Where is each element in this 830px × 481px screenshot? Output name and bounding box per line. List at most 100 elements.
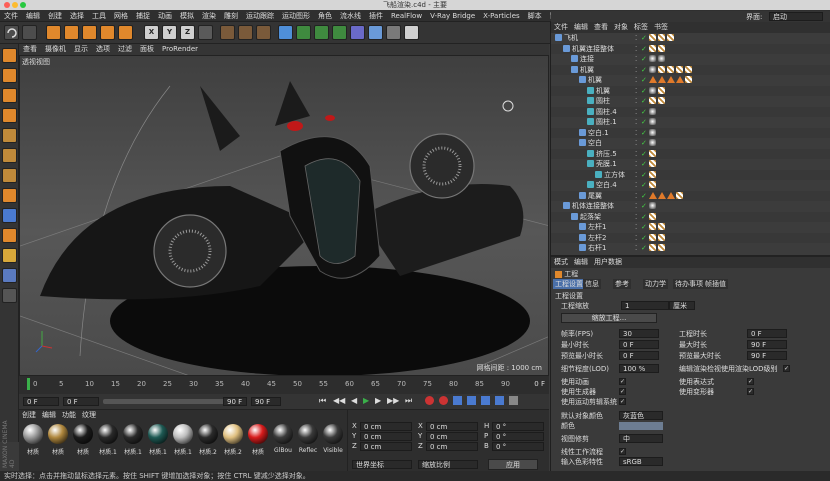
view-clipping-select[interactable]: 中 — [619, 434, 663, 443]
attr-menu-item-1[interactable]: 编辑 — [571, 257, 591, 268]
visibility-dots[interactable]: ⁚ — [635, 222, 637, 232]
material-tag-icon[interactable] — [649, 181, 656, 188]
coord-field[interactable]: 0 cm — [360, 422, 412, 431]
object-row[interactable]: 机翼 ⁚ ✓ — [551, 64, 830, 75]
object-row[interactable]: 右杆1 ⁚ ✓ — [551, 243, 830, 253]
visibility-dots[interactable]: ⁚ — [635, 180, 637, 190]
cube-icon[interactable] — [278, 25, 293, 40]
check-icon[interactable]: ✓ — [641, 138, 647, 148]
viewport-menu-item-5[interactable]: 面板 — [136, 44, 158, 55]
material-tag-icon[interactable] — [649, 202, 656, 209]
material-tag-icon[interactable] — [649, 97, 656, 104]
menu-item-5[interactable]: 网格 — [110, 10, 132, 22]
check-icon[interactable]: ✓ — [641, 212, 647, 222]
visibility-dots[interactable]: ⁚ — [635, 138, 637, 148]
select-icon[interactable] — [46, 25, 61, 40]
timeline-settings-icon[interactable] — [509, 396, 518, 405]
grid-icon[interactable] — [2, 268, 17, 283]
visibility-dots[interactable]: ⁚ — [635, 128, 637, 138]
min-time-field[interactable]: 0 F — [619, 340, 659, 349]
phong-tag-icon[interactable] — [649, 191, 657, 199]
visibility-dots[interactable]: ⁚ — [635, 75, 637, 85]
material-tag-icon[interactable] — [658, 244, 665, 251]
preview-min-field[interactable]: 0 F — [619, 351, 659, 360]
cloner-icon[interactable] — [332, 25, 347, 40]
check-icon[interactable]: ✓ — [641, 75, 647, 85]
menu-item-14[interactable]: 流水线 — [336, 10, 365, 22]
material-tag-icon[interactable] — [649, 34, 656, 41]
menu-item-13[interactable]: 角色 — [314, 10, 336, 22]
recent-tool-icon[interactable] — [118, 25, 133, 40]
material-tag-icon[interactable] — [685, 76, 692, 83]
viewport-menu-item-3[interactable]: 选项 — [92, 44, 114, 55]
object-row[interactable]: 尾翼 ⁚ ✓ — [551, 190, 830, 201]
object-menu-item-1[interactable]: 编辑 — [571, 22, 591, 33]
object-row[interactable]: 机翼 ⁚ ✓ — [551, 85, 830, 96]
material-tag-icon[interactable] — [649, 128, 656, 136]
material-tag-icon[interactable] — [649, 86, 656, 94]
material-swatch[interactable] — [248, 424, 268, 444]
material-tag-icon[interactable] — [667, 34, 674, 41]
material-tag-icon[interactable] — [658, 223, 665, 230]
preview-end-field[interactable]: 90 F — [251, 397, 281, 406]
object-row[interactable]: 空白.1 ⁚ ✓ — [551, 127, 830, 138]
snap-icon[interactable] — [2, 208, 17, 223]
visibility-dots[interactable]: ⁚ — [635, 65, 637, 75]
range-slider[interactable] — [103, 399, 243, 404]
apply-button[interactable]: 应用 — [488, 459, 538, 470]
viewport[interactable]: 透视视图 网格间距 : 1000 cm — [19, 55, 549, 376]
object-menu-item-3[interactable]: 对象 — [611, 22, 631, 33]
material-swatch[interactable] — [323, 424, 343, 444]
material-swatch[interactable] — [48, 424, 68, 444]
render-settings-icon[interactable] — [256, 25, 271, 40]
coord-field[interactable]: 0 cm — [426, 432, 478, 441]
lock-workplane-icon[interactable] — [2, 248, 17, 263]
play-icon[interactable]: ▶ — [363, 396, 369, 405]
object-row[interactable]: 左杆2 ⁚ ✓ — [551, 232, 830, 243]
floor-icon[interactable] — [368, 25, 383, 40]
scale-unit-select[interactable]: 厘米 — [669, 301, 695, 310]
viewport-menu-item-4[interactable]: 过滤 — [114, 44, 136, 55]
attr-tab[interactable]: 动力学 — [643, 279, 668, 289]
fps-field[interactable]: 30 — [619, 329, 659, 338]
material-tag-icon[interactable] — [649, 223, 656, 230]
render-view-icon[interactable] — [220, 25, 235, 40]
make-editable-icon[interactable] — [2, 48, 17, 63]
menu-item-0[interactable]: 文件 — [0, 10, 22, 22]
object-row[interactable]: 机翼 ⁚ ✓ — [551, 75, 830, 85]
object-row[interactable]: 圆柱 ⁚ ✓ — [551, 96, 830, 106]
check-icon[interactable]: ✓ — [641, 65, 647, 75]
object-row[interactable]: 空白.4 ⁚ ✓ — [551, 180, 830, 190]
visibility-dots[interactable]: ⁚ — [635, 44, 637, 54]
visibility-dots[interactable]: ⁚ — [635, 96, 637, 106]
z-axis-icon[interactable]: Z — [180, 25, 195, 40]
visibility-dots[interactable]: ⁚ — [635, 149, 637, 159]
visibility-dots[interactable]: ⁚ — [635, 159, 637, 169]
record-icon[interactable] — [425, 396, 434, 405]
menu-item-16[interactable]: RealFlow — [387, 10, 426, 22]
check-icon[interactable]: ✓ — [641, 33, 647, 43]
key-scale-icon[interactable] — [481, 396, 490, 405]
attr-tab[interactable]: 待办事项 — [673, 279, 705, 289]
material-tag-icon[interactable] — [649, 160, 656, 167]
material-swatch[interactable] — [223, 424, 243, 444]
linear-workflow-checkbox[interactable]: ✓ — [619, 448, 626, 455]
material-swatch[interactable] — [273, 424, 293, 444]
check-icon[interactable]: ✓ — [641, 96, 647, 106]
coord-field[interactable]: 0 cm — [360, 432, 412, 441]
material-tag-icon[interactable] — [676, 191, 683, 199]
material-tag-icon[interactable] — [658, 65, 665, 73]
visibility-dots[interactable]: ⁚ — [635, 54, 637, 64]
attr-tab[interactable]: 帧插值 — [703, 279, 728, 289]
scale-icon[interactable] — [82, 25, 97, 40]
check-icon[interactable]: ✓ — [641, 180, 647, 190]
point-mode-icon[interactable] — [2, 128, 17, 143]
material-swatch[interactable] — [148, 424, 168, 444]
deformer-icon[interactable] — [350, 25, 365, 40]
material-tag-icon[interactable] — [676, 65, 683, 73]
model-mode-icon[interactable] — [2, 108, 17, 123]
material-tag-icon[interactable] — [658, 97, 665, 104]
menu-item-19[interactable]: 脚本 — [524, 10, 546, 22]
coord-field[interactable]: 0 ° — [492, 432, 544, 441]
next-frame-icon[interactable]: ▶ — [375, 396, 381, 405]
